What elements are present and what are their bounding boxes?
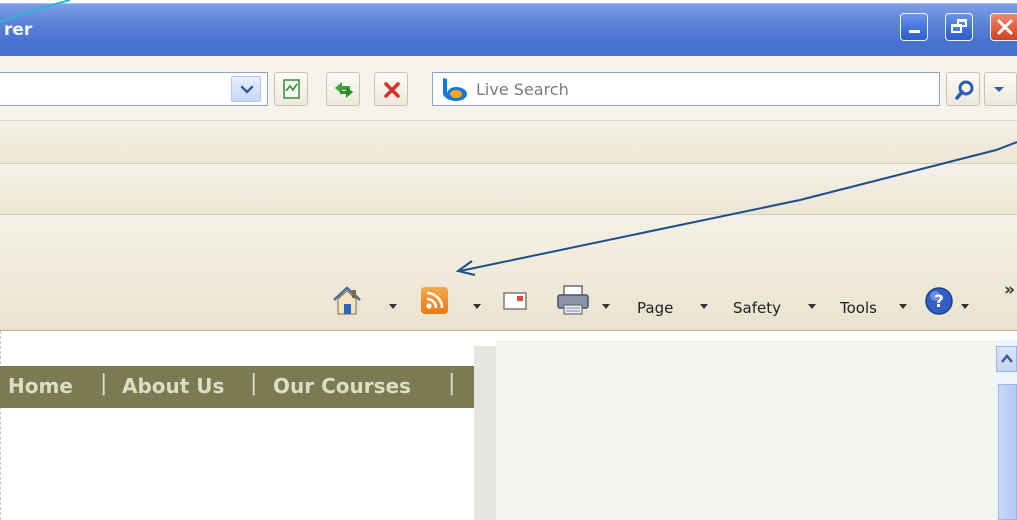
help-icon: ? bbox=[925, 287, 953, 315]
safety-menu-caret bbox=[808, 304, 816, 309]
search-options-button[interactable] bbox=[984, 72, 1017, 106]
print-icon bbox=[557, 285, 589, 315]
stop-x-icon bbox=[384, 82, 400, 98]
restore-icon-front bbox=[951, 24, 962, 33]
title-bar bbox=[0, 3, 1017, 56]
close-icon bbox=[997, 19, 1013, 35]
refresh-icon bbox=[335, 82, 353, 98]
home-dropdown-caret[interactable] bbox=[389, 304, 397, 309]
safety-menu[interactable]: Safety bbox=[733, 299, 781, 317]
read-mail-button[interactable] bbox=[503, 291, 527, 311]
nav-about-link[interactable]: About Us bbox=[122, 374, 224, 398]
nav-separator: | bbox=[100, 371, 108, 396]
restore-button[interactable] bbox=[945, 13, 973, 41]
nav-separator: | bbox=[448, 371, 456, 396]
refresh-button[interactable] bbox=[326, 72, 360, 106]
minimize-icon bbox=[909, 30, 920, 33]
feeds-button[interactable] bbox=[421, 287, 448, 314]
scroll-up-button[interactable] bbox=[996, 346, 1017, 372]
compatibility-view-button[interactable] bbox=[274, 72, 308, 106]
toolbar-overflow-chevron[interactable]: » bbox=[1004, 280, 1015, 300]
close-window-button[interactable] bbox=[990, 13, 1017, 41]
magnifier-icon bbox=[955, 80, 974, 100]
nav-home-link[interactable]: Home bbox=[8, 374, 73, 398]
right-panel bbox=[496, 340, 996, 520]
help-menu-caret bbox=[961, 304, 969, 309]
tools-menu-caret bbox=[899, 304, 907, 309]
svg-text:?: ? bbox=[934, 292, 944, 312]
search-button[interactable] bbox=[946, 72, 980, 106]
print-dropdown-caret[interactable] bbox=[602, 304, 610, 309]
broken-page-icon bbox=[283, 79, 300, 99]
feeds-icon bbox=[426, 291, 444, 309]
stop-button[interactable] bbox=[374, 72, 408, 106]
chevron-down-icon bbox=[994, 87, 1004, 92]
page-left-edge bbox=[0, 331, 2, 520]
home-icon bbox=[333, 286, 361, 315]
help-button[interactable]: ? bbox=[923, 285, 955, 317]
feeds-dropdown-caret[interactable] bbox=[473, 304, 481, 309]
chevron-up-icon bbox=[1001, 354, 1013, 363]
nav-courses-link[interactable]: Our Courses bbox=[273, 374, 411, 398]
favorites-bar bbox=[0, 164, 1017, 215]
search-placeholder: Live Search bbox=[476, 80, 569, 99]
address-input[interactable] bbox=[0, 72, 268, 106]
page-menu-caret bbox=[700, 304, 708, 309]
window-title: rer bbox=[4, 20, 33, 40]
tools-menu[interactable]: Tools bbox=[840, 299, 877, 317]
menu-bar bbox=[0, 121, 1017, 164]
page-menu[interactable]: Page bbox=[637, 299, 673, 317]
home-button[interactable] bbox=[330, 284, 366, 318]
print-button[interactable] bbox=[554, 283, 594, 317]
chevron-down-icon bbox=[240, 85, 254, 94]
mail-icon bbox=[503, 292, 527, 310]
column-divider bbox=[474, 346, 496, 520]
bing-logo-icon bbox=[443, 78, 467, 101]
address-dropdown-button[interactable] bbox=[231, 76, 261, 102]
nav-separator: | bbox=[250, 371, 258, 396]
scroll-thumb[interactable] bbox=[998, 384, 1017, 520]
minimize-button[interactable] bbox=[900, 13, 928, 41]
